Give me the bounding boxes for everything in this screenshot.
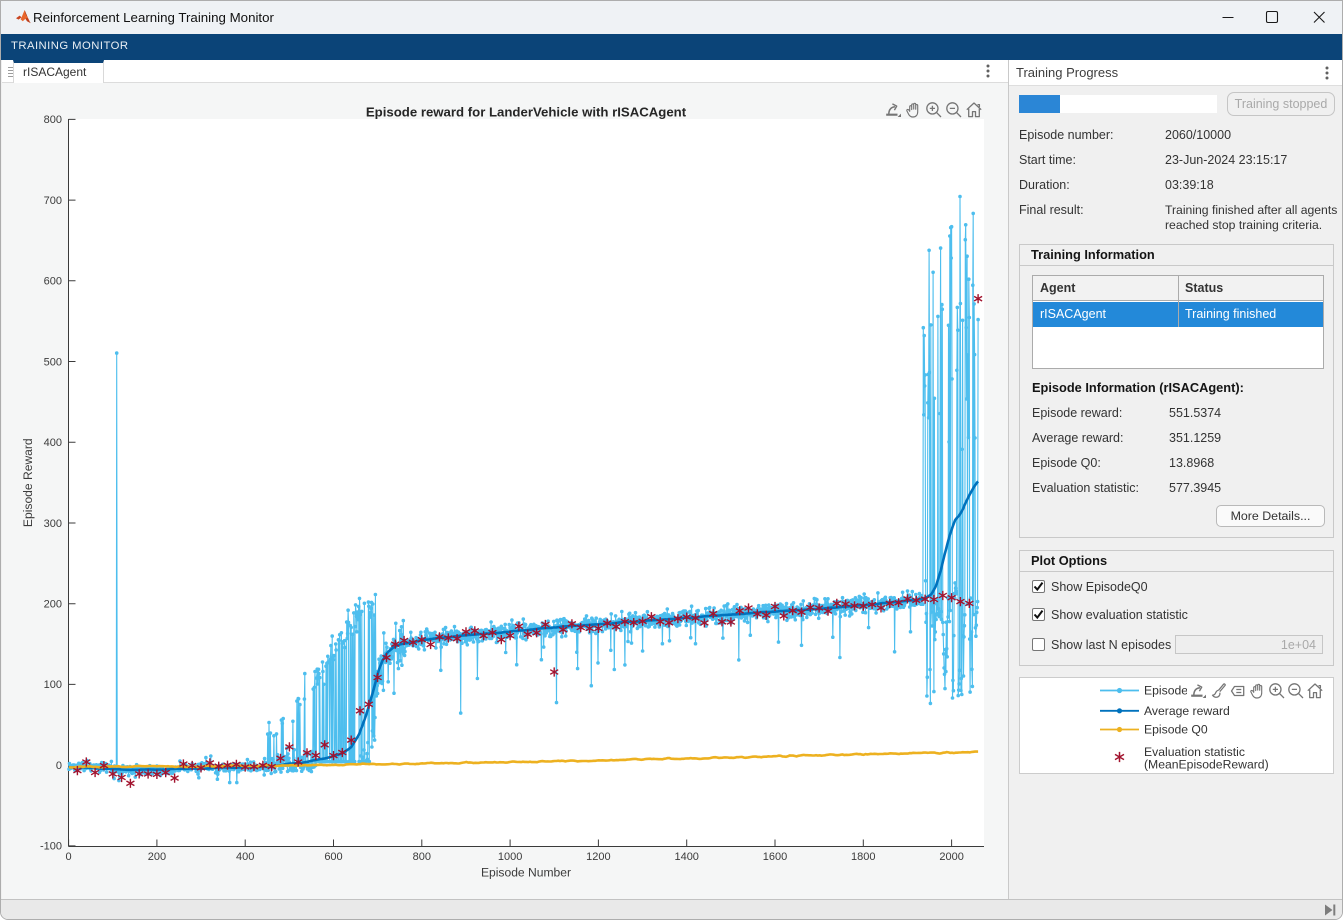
svg-text:600: 600 xyxy=(44,276,62,288)
svg-text:500: 500 xyxy=(44,356,62,368)
svg-text:2000: 2000 xyxy=(939,851,963,863)
svg-text:Episode reward for LanderVehic: Episode reward for LanderVehicle with rI… xyxy=(366,105,687,120)
svg-text:600: 600 xyxy=(324,851,342,863)
svg-text:-100: -100 xyxy=(40,841,62,853)
svg-text:200: 200 xyxy=(44,599,62,611)
svg-text:Average reward: Average reward xyxy=(1144,704,1230,718)
svg-text:700: 700 xyxy=(44,195,62,207)
svg-text:1800: 1800 xyxy=(851,851,875,863)
svg-text:800: 800 xyxy=(44,114,62,126)
svg-text:Episode Number: Episode Number xyxy=(481,866,571,880)
svg-text:100: 100 xyxy=(44,679,62,691)
svg-text:Episode Q0: Episode Q0 xyxy=(1144,723,1208,737)
svg-text:1200: 1200 xyxy=(586,851,610,863)
svg-text:(MeanEpisodeReward): (MeanEpisodeReward) xyxy=(1144,758,1269,772)
svg-text:0: 0 xyxy=(66,851,72,863)
svg-text:800: 800 xyxy=(413,851,431,863)
svg-text:400: 400 xyxy=(236,851,254,863)
svg-text:Episode Reward: Episode Reward xyxy=(21,438,35,527)
svg-text:1600: 1600 xyxy=(763,851,787,863)
svg-text:200: 200 xyxy=(148,851,166,863)
svg-text:400: 400 xyxy=(44,437,62,449)
svg-text:1000: 1000 xyxy=(498,851,522,863)
svg-text:1400: 1400 xyxy=(674,851,698,863)
svg-text:0: 0 xyxy=(56,760,62,772)
svg-text:300: 300 xyxy=(44,518,62,530)
